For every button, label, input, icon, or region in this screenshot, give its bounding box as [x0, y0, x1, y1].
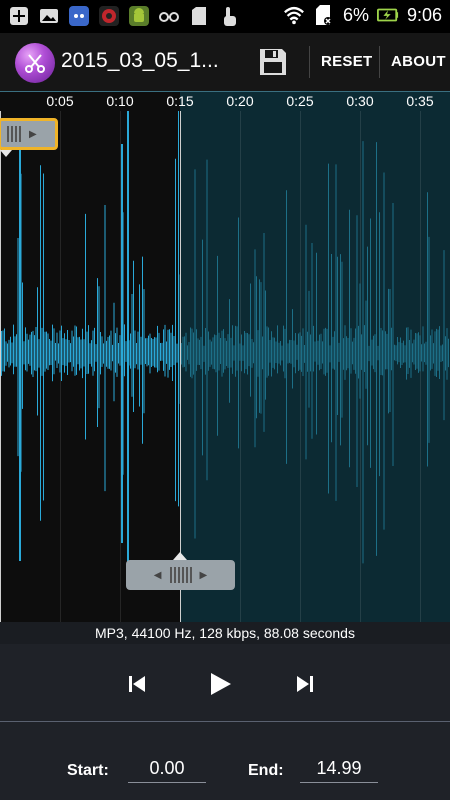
skip-previous-icon[interactable] — [117, 664, 157, 704]
status-bar: 6% 9:06 — [0, 0, 450, 33]
waveform-graphic — [0, 111, 449, 579]
start-field[interactable]: 0.00 — [128, 754, 206, 783]
end-pointer — [173, 552, 187, 560]
file-title: 2015_03_05_1... — [61, 49, 219, 72]
arrow-right-icon: ▶ — [199, 569, 208, 581]
start-marker-line — [0, 111, 1, 622]
save-icon[interactable] — [255, 44, 291, 80]
wifi-icon — [283, 4, 305, 26]
time-tick-label: 0:20 — [226, 93, 254, 109]
time-tick-label: 0:35 — [406, 93, 434, 109]
play-icon[interactable] — [200, 664, 240, 704]
scissors-app-icon[interactable] — [15, 43, 55, 83]
grip-icon — [169, 567, 192, 583]
timeline: 0:05 0:10 0:15 0:20 0:25 0:30 0:35 — [0, 91, 450, 111]
range-fields: Start: 0.00 End: 14.99 — [0, 722, 450, 800]
start-pointer — [0, 150, 12, 157]
no-sim-icon — [313, 4, 335, 26]
time-tick-label: 0:10 — [106, 93, 134, 109]
chat-icon — [68, 5, 90, 27]
security-icon — [98, 5, 120, 27]
arrow-left-icon: ◀ — [153, 569, 162, 581]
end-field[interactable]: 14.99 — [300, 754, 378, 783]
action-divider — [309, 46, 310, 78]
end-label: End: — [248, 762, 284, 779]
android-icon — [128, 5, 150, 27]
battery-percent: 6% — [342, 4, 369, 25]
arrow-right-icon: ▶ — [29, 128, 37, 140]
time-tick-label: 0:25 — [286, 93, 314, 109]
reset-button[interactable]: RESET — [321, 53, 373, 70]
action-divider — [379, 46, 380, 78]
skip-next-icon[interactable] — [285, 664, 325, 704]
touch-icon — [218, 5, 240, 27]
action-bar: 2015_03_05_1... RESET ABOUT — [0, 33, 450, 91]
playback-controls — [0, 644, 450, 721]
clock-time: 9:06 — [406, 4, 442, 25]
sd-card-icon — [188, 5, 210, 27]
glasses-icon — [158, 5, 180, 27]
image-icon — [38, 5, 60, 27]
audio-info: MP3, 44100 Hz, 128 kbps, 88.08 seconds — [0, 622, 450, 644]
start-label: Start: — [67, 762, 109, 779]
waveform-area[interactable]: 0:05 0:10 0:15 0:20 0:25 0:30 0:35 ▶ ◀ ▶ — [0, 91, 450, 622]
end-marker-line — [180, 111, 181, 622]
about-button[interactable]: ABOUT — [391, 53, 446, 70]
end-handle[interactable]: ◀ ▶ — [126, 560, 235, 590]
battery-charging-icon — [376, 4, 399, 26]
grip-icon — [7, 126, 21, 142]
time-tick-label: 0:30 — [346, 93, 374, 109]
time-tick-label: 0:15 — [166, 93, 194, 109]
start-handle[interactable]: ▶ — [0, 118, 58, 150]
plus-icon — [8, 5, 30, 27]
time-tick-label: 0:05 — [46, 93, 74, 109]
